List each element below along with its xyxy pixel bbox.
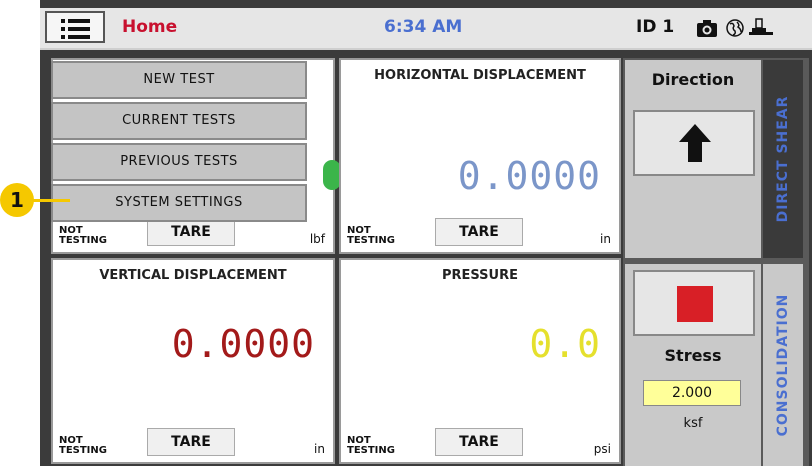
horizontal-value: 0.0000	[457, 154, 601, 198]
vertical-tare-button[interactable]: TARE	[147, 428, 235, 456]
status-text: NOT TESTING	[347, 435, 395, 456]
stress-label: Stress	[664, 346, 722, 365]
clock-time: 6:34 AM	[384, 17, 463, 37]
callout-line	[33, 199, 70, 202]
panel-title: PRESSURE	[441, 268, 518, 283]
panel-title: HORIZONTAL DISPLACEMENT	[374, 68, 586, 83]
direct-shear-panel: Direction	[625, 60, 761, 258]
horizontal-displacement-panel: HORIZONTAL DISPLACEMENT 0.0000 NOT TESTIN…	[339, 58, 621, 254]
up-arrow-icon	[679, 124, 711, 162]
direction-button[interactable]	[633, 110, 755, 176]
direction-label: Direction	[651, 70, 735, 89]
menu-item-system-settings[interactable]: SYSTEM SETTINGS	[51, 184, 307, 222]
status-text: NOT TESTING	[59, 225, 107, 246]
menu-item-previous-tests[interactable]: PREVIOUS TESTS	[51, 143, 307, 181]
home-label[interactable]: Home	[122, 17, 177, 37]
device-id: ID 1	[636, 17, 675, 37]
pressure-panel: PRESSURE 0.0 NOT TESTING TARE psi	[339, 258, 621, 464]
menu-item-current-tests[interactable]: CURRENT TESTS	[51, 102, 307, 140]
callout-badge: 1	[0, 183, 34, 217]
load-tare-button[interactable]: TARE	[147, 218, 235, 246]
panel-title: VERTICAL DISPLACEMENT	[99, 268, 287, 283]
usb-icon	[749, 18, 773, 35]
status-text: NOT TESTING	[59, 435, 107, 456]
tab-direct-shear[interactable]: DIRECT SHEAR	[763, 60, 803, 258]
horizontal-tare-button[interactable]: TARE	[435, 218, 523, 246]
top-bar: Home 6:34 AM ID 1	[40, 8, 812, 50]
stop-button[interactable]	[633, 270, 755, 336]
menu-button[interactable]	[45, 11, 105, 43]
unit-label: in	[600, 232, 611, 246]
camera-icon[interactable]	[696, 18, 718, 38]
control-sidebar: Direction DIRECT SHEAR Stress 2.000 ksf …	[623, 58, 809, 466]
unit-label: lbf	[309, 232, 325, 246]
unit-label: in	[314, 442, 325, 456]
menu-item-new-test[interactable]: NEW TEST	[51, 61, 307, 99]
consolidation-panel: Stress 2.000 ksf	[625, 264, 761, 466]
globe-icon	[726, 19, 744, 37]
unit-label: psi	[593, 442, 611, 456]
vertical-value: 0.0000	[171, 322, 315, 366]
stop-icon	[677, 286, 713, 322]
stress-input[interactable]: 2.000	[643, 380, 741, 406]
device-screen: Home 6:34 AM ID 1 NOT TESTING TARE lbf HO…	[40, 0, 812, 466]
stress-unit: ksf	[683, 416, 703, 431]
vertical-displacement-panel: VERTICAL DISPLACEMENT 0.0000 NOT TESTING …	[51, 258, 335, 464]
tab-consolidation[interactable]: CONSOLIDATION	[763, 264, 803, 466]
status-text: NOT TESTING	[347, 225, 395, 246]
pressure-value: 0.0	[529, 322, 601, 366]
pressure-tare-button[interactable]: TARE	[435, 428, 523, 456]
